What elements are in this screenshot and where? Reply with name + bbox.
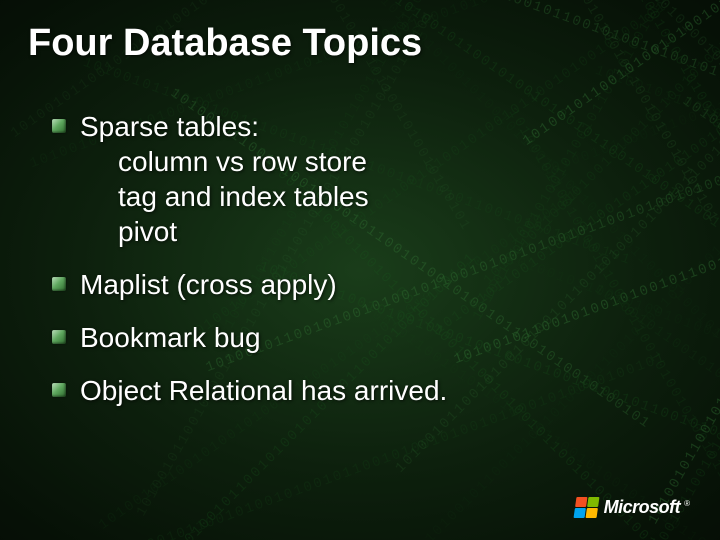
- microsoft-flag-icon: [573, 497, 599, 518]
- item-text: Object Relational has arrived.: [80, 373, 447, 408]
- item-label: Bookmark bug: [80, 322, 261, 353]
- item-label: Object Relational has arrived.: [80, 375, 447, 406]
- bullet-icon: [52, 383, 66, 397]
- item-text: Sparse tables: column vs row store tag a…: [80, 109, 369, 249]
- item-subline: pivot: [80, 214, 369, 249]
- microsoft-logo: Microsoft ®: [575, 497, 690, 518]
- registered-mark: ®: [684, 499, 690, 508]
- list-item: Maplist (cross apply): [52, 267, 692, 302]
- item-label: Sparse tables:: [80, 111, 259, 142]
- item-subline: column vs row store: [80, 144, 369, 179]
- bullet-icon: [52, 330, 66, 344]
- bullet-icon: [52, 277, 66, 291]
- item-text: Bookmark bug: [80, 320, 261, 355]
- item-subline: tag and index tables: [80, 179, 369, 214]
- item-label: Maplist (cross apply): [80, 269, 337, 300]
- slide-title: Four Database Topics: [28, 22, 692, 65]
- content-list: Sparse tables: column vs row store tag a…: [28, 109, 692, 408]
- list-item: Object Relational has arrived.: [52, 373, 692, 408]
- list-item: Sparse tables: column vs row store tag a…: [52, 109, 692, 249]
- list-item: Bookmark bug: [52, 320, 692, 355]
- logo-text: Microsoft: [604, 497, 681, 518]
- slide-container: Four Database Topics Sparse tables: colu…: [0, 0, 720, 540]
- bullet-icon: [52, 119, 66, 133]
- item-text: Maplist (cross apply): [80, 267, 337, 302]
